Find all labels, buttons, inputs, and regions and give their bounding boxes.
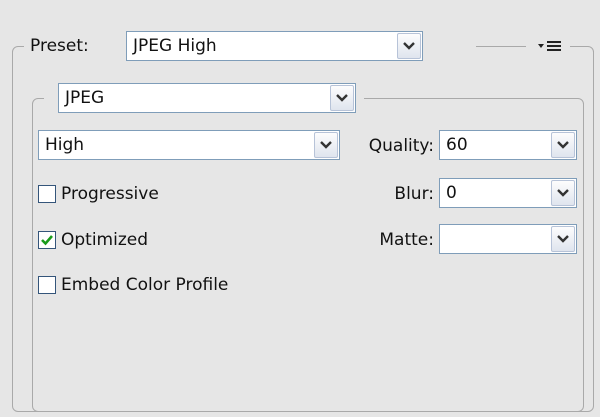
quality-label: Quality: <box>368 136 434 156</box>
matte-select[interactable] <box>439 224 577 254</box>
embed-color-profile-label: Embed Color Profile <box>61 275 229 295</box>
quality-value: 60 <box>446 135 468 155</box>
preset-label: Preset: <box>30 36 89 56</box>
optimized-checkbox-row[interactable]: Optimized <box>38 228 148 252</box>
matte-label: Matte: <box>379 230 434 250</box>
chevron-down-icon[interactable] <box>397 33 421 59</box>
checkmark-icon <box>41 235 53 246</box>
progressive-label: Progressive <box>61 184 159 204</box>
optimized-label: Optimized <box>61 230 149 250</box>
progressive-checkbox-row[interactable]: Progressive <box>38 182 159 206</box>
progressive-checkbox[interactable] <box>38 185 56 203</box>
preset-select[interactable]: JPEG High <box>126 31 423 61</box>
chevron-down-icon[interactable] <box>551 132 575 158</box>
quality-select[interactable]: 60 <box>439 130 577 160</box>
blur-select[interactable]: 0 <box>439 178 577 208</box>
format-value: JPEG <box>65 88 105 108</box>
chevron-down-icon[interactable] <box>551 180 575 206</box>
chevron-down-icon[interactable] <box>551 226 575 252</box>
blur-label: Blur: <box>394 184 434 204</box>
compression-select[interactable]: High <box>38 130 340 160</box>
compression-value: High <box>45 135 85 155</box>
blur-value: 0 <box>446 183 457 203</box>
format-select[interactable]: JPEG <box>58 83 356 113</box>
panel-menu-icon[interactable] <box>536 38 566 54</box>
embed-color-profile-checkbox-row[interactable]: Embed Color Profile <box>38 273 228 297</box>
optimized-checkbox[interactable] <box>38 231 56 249</box>
chevron-down-icon[interactable] <box>314 132 338 158</box>
embed-color-profile-checkbox[interactable] <box>38 276 56 294</box>
chevron-down-icon[interactable] <box>330 85 354 111</box>
preset-value: JPEG High <box>133 36 217 56</box>
